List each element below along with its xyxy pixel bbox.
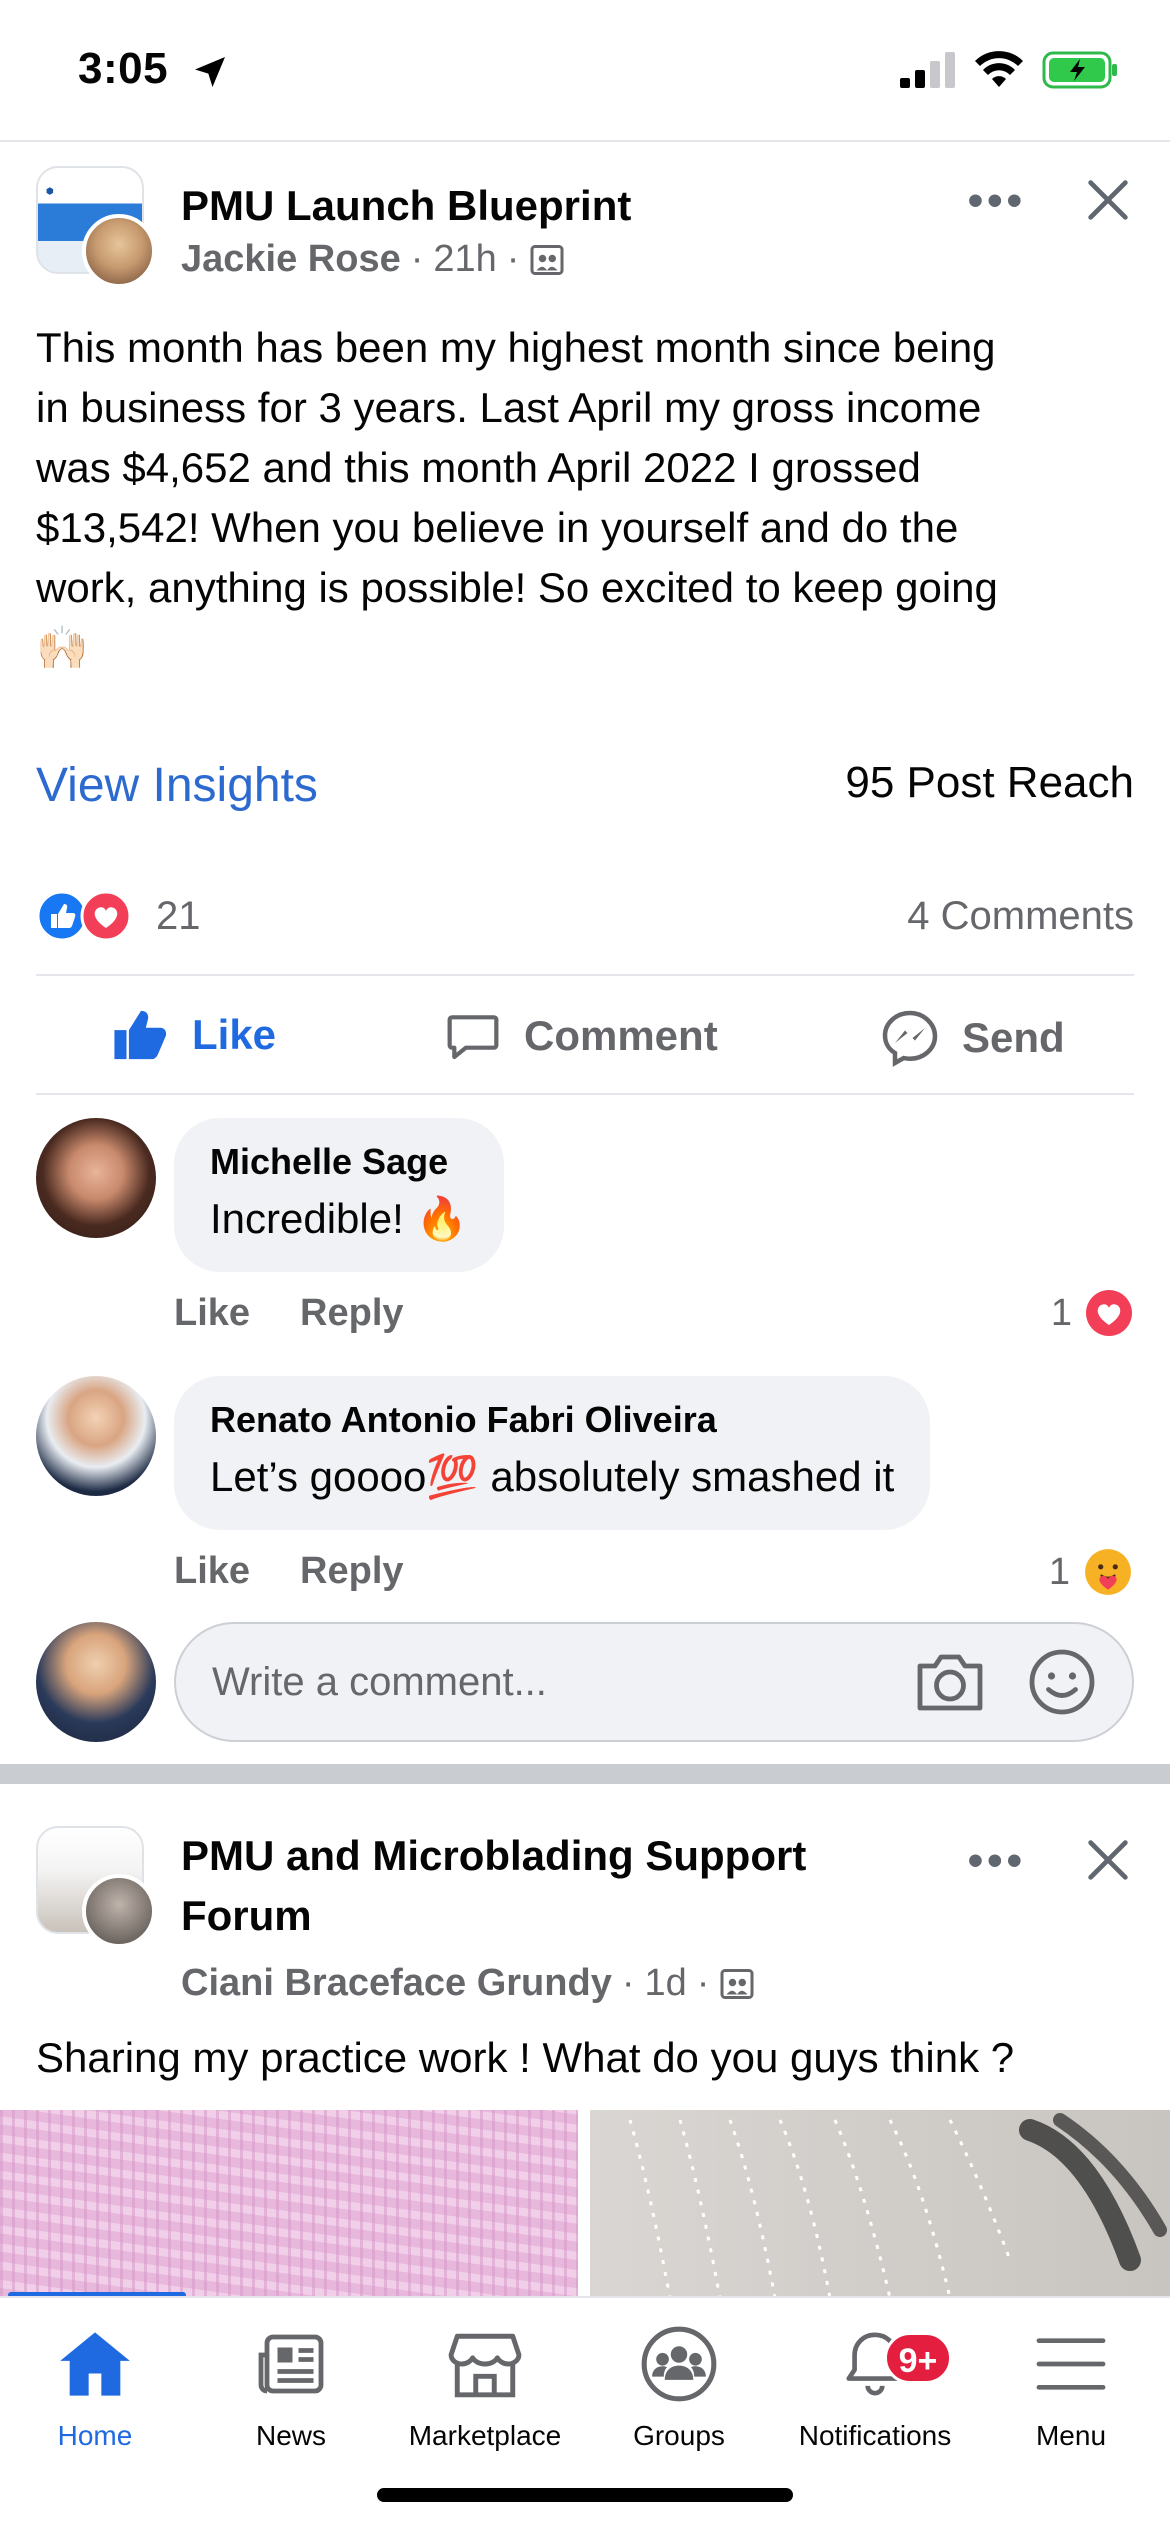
home-icon	[60, 2332, 130, 2396]
post-header: ⬢ PMU Launch Blueprint Jackie Rose · 21h…	[36, 166, 1134, 306]
status-divider	[0, 140, 1170, 142]
commenter-name[interactable]: Renato Antonio Fabri Oliveira	[210, 1398, 894, 1442]
status-indicators	[900, 50, 1120, 90]
comment-count[interactable]: 4 Comments	[907, 894, 1134, 939]
wifi-icon	[975, 51, 1023, 87]
camera-icon[interactable]	[914, 1648, 986, 1714]
divider	[36, 974, 1134, 976]
send-button[interactable]: Send	[880, 1008, 1065, 1068]
news-icon	[258, 2334, 324, 2394]
tab-menu[interactable]: Menu	[976, 2322, 1166, 2452]
marketplace-icon	[448, 2333, 522, 2398]
post-actions: Like Comment Send	[36, 978, 1134, 1096]
post-image[interactable]	[590, 2110, 1170, 2298]
post-emoji: 🙌🏻	[36, 624, 89, 671]
post-meta: Ciani Braceface Grundy · 1d ·	[181, 1962, 755, 2005]
group-name[interactable]: PMU Launch Blueprint	[181, 182, 631, 230]
reactions-row[interactable]: 21 4 Comments	[36, 886, 1134, 946]
group-privacy-icon	[720, 1968, 754, 1999]
comment-button[interactable]: Comment	[444, 1008, 718, 1064]
meta-dot: ·	[621, 1962, 635, 2004]
status-bar: 3:05	[0, 0, 1170, 140]
comment-reaction[interactable]: 1	[1049, 1546, 1134, 1598]
comment-reaction-count: 1	[1048, 1550, 1070, 1593]
post-time[interactable]: 1d	[644, 1962, 686, 2005]
love-reaction-icon	[1086, 1290, 1132, 1336]
tab-home[interactable]: Home	[0, 2322, 190, 2452]
post-text: This month has been my highest month sin…	[36, 318, 1136, 678]
signal-icon	[900, 52, 955, 88]
status-time: 3:05	[78, 44, 169, 93]
tab-marketplace[interactable]: Marketplace	[390, 2322, 580, 2452]
comment-bubble[interactable]: Michelle Sage Incredible! 🔥	[174, 1118, 504, 1272]
comment-text: Let’s goooo💯 absolutely smashed it	[210, 1453, 895, 1500]
like-icon	[114, 1010, 167, 1060]
menu-icon	[1036, 2338, 1106, 2390]
care-reaction-icon	[1085, 1549, 1131, 1595]
tab-groups[interactable]: Groups	[584, 2322, 774, 2452]
meta-dot: ·	[410, 238, 424, 280]
comment-reply-button[interactable]: Reply	[300, 1550, 403, 1593]
comment-like-button[interactable]: Like	[174, 1292, 250, 1335]
emoji-icon[interactable]	[1026, 1646, 1098, 1718]
meta-dot: ·	[696, 1962, 710, 2004]
post-reach: 95 Post Reach	[845, 758, 1134, 807]
write-comment-input[interactable]	[174, 1622, 1134, 1742]
comment-reply-button[interactable]: Reply	[300, 1292, 403, 1335]
commenter-avatar[interactable]	[36, 1376, 156, 1496]
author-name[interactable]: Jackie Rose	[181, 238, 401, 281]
comment-icon	[447, 1015, 499, 1060]
notifications-badge: 9+	[884, 2332, 952, 2384]
group-privacy-icon	[530, 244, 564, 275]
author-avatar[interactable]	[82, 1874, 156, 1948]
tab-notifications[interactable]: 9+ Notifications	[780, 2322, 970, 2452]
more-options-icon[interactable]: •••	[968, 1836, 1026, 1886]
battery-charging-icon	[1042, 51, 1117, 89]
messenger-icon	[882, 1010, 938, 1067]
meta-dot: ·	[506, 238, 520, 280]
author-avatar[interactable]	[82, 214, 156, 288]
comment-reaction[interactable]: 1	[1051, 1288, 1134, 1338]
close-icon[interactable]	[1082, 174, 1134, 226]
commenter-avatar[interactable]	[36, 1118, 156, 1238]
post-text: Sharing my practice work ! What do you g…	[36, 2034, 1015, 2081]
tab-news[interactable]: News	[196, 2322, 386, 2452]
post-time[interactable]: 21h	[433, 238, 496, 281]
current-user-avatar[interactable]	[36, 1622, 156, 1742]
commenter-name[interactable]: Michelle Sage	[210, 1140, 468, 1184]
brow-sketch-graphic	[628, 2113, 1167, 2298]
post-header: PMU and Microblading Support Forum Ciani…	[36, 1826, 1134, 2004]
location-arrow-icon	[195, 57, 225, 87]
comment-like-button[interactable]: Like	[174, 1550, 250, 1593]
reaction-icons[interactable]	[36, 890, 136, 942]
comment-bubble[interactable]: Renato Antonio Fabri Oliveira Let’s gooo…	[174, 1376, 931, 1530]
home-indicator	[377, 2488, 793, 2502]
divider	[36, 1093, 1134, 1095]
more-options-icon[interactable]: •••	[968, 176, 1026, 226]
write-comment-row	[36, 1622, 1134, 1742]
group-name[interactable]: PMU and Microblading Support Forum	[181, 1826, 806, 1946]
insights-row: View Insights 95 Post Reach	[36, 758, 1134, 818]
reaction-count: 21	[156, 894, 201, 938]
post-meta: Jackie Rose · 21h ·	[181, 238, 565, 281]
comment-text: Incredible! 🔥	[210, 1195, 468, 1242]
comment-reaction-count: 1	[1050, 1291, 1072, 1334]
comment-actions: Like Reply	[174, 1550, 404, 1593]
author-name[interactable]: Ciani Braceface Grundy	[181, 1962, 612, 2005]
close-icon[interactable]	[1082, 1834, 1134, 1886]
comment-actions: Like Reply	[174, 1292, 404, 1335]
post-image[interactable]	[0, 2110, 578, 2298]
groups-icon	[641, 2326, 717, 2402]
feed-separator	[0, 1764, 1170, 1784]
like-button[interactable]: Like	[112, 1008, 276, 1062]
view-insights-link[interactable]: View Insights	[36, 758, 318, 813]
